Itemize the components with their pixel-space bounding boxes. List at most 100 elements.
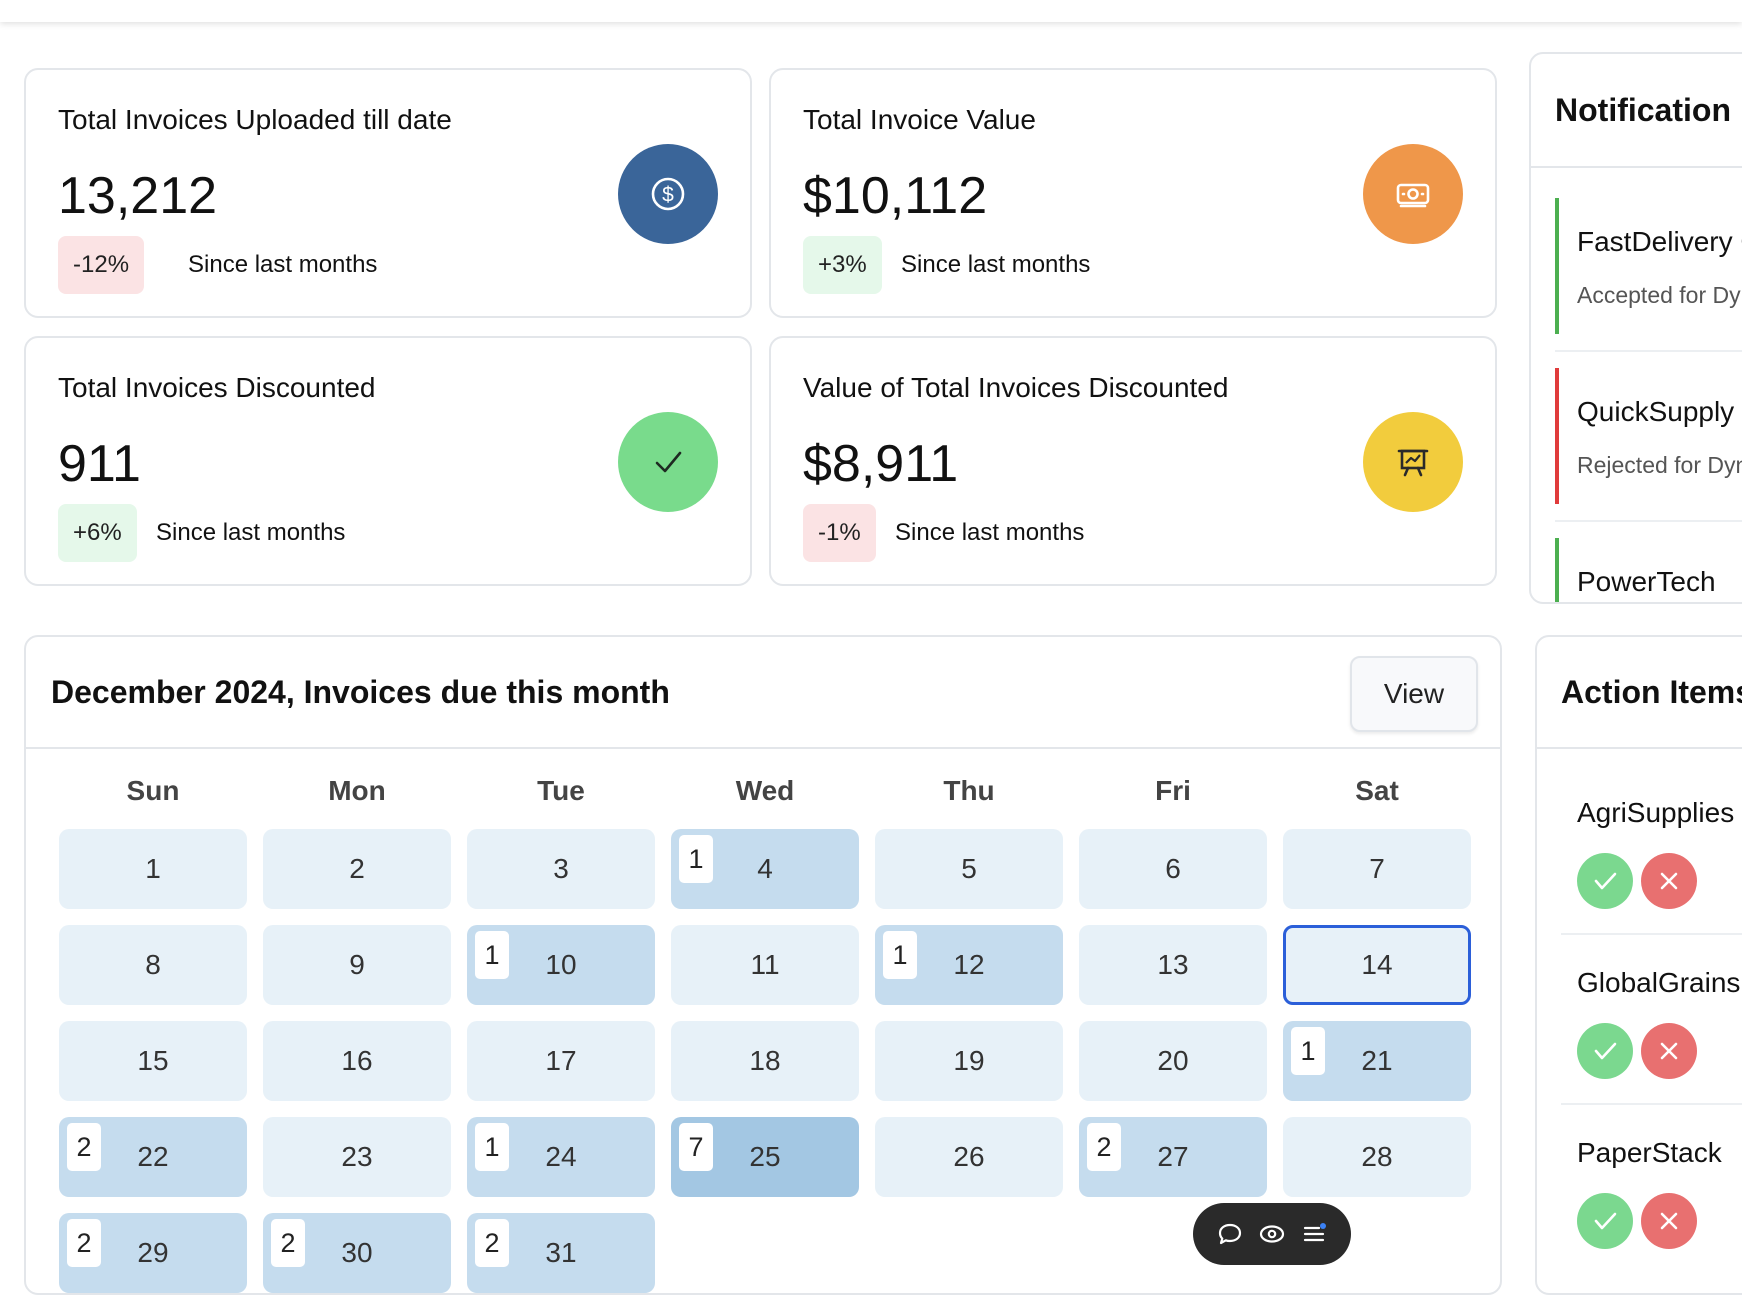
calendar-day[interactable]: 20 xyxy=(1079,1021,1267,1101)
day-number: 18 xyxy=(749,1045,781,1076)
divider xyxy=(1561,1103,1742,1105)
day-number: 3 xyxy=(553,853,569,884)
day-number: 19 xyxy=(953,1045,985,1076)
notification-item-subtitle: Rejected for Dyn xyxy=(1577,452,1742,478)
invoice-count-badge: 2 xyxy=(1087,1123,1121,1171)
weekday-header: Fri xyxy=(1155,775,1191,806)
invoice-count-badge: 2 xyxy=(67,1219,101,1267)
calendar-day[interactable]: 21 1 xyxy=(1283,1021,1471,1101)
notification-item-title: FastDelivery C xyxy=(1577,226,1742,257)
weekday-header: Sun xyxy=(126,775,180,806)
calendar-day[interactable]: 3 xyxy=(467,829,655,909)
calendar-day[interactable]: 16 xyxy=(263,1021,451,1101)
invoice-count-badge: 1 xyxy=(679,835,713,883)
change-badge: -1% xyxy=(803,504,876,562)
weekday-header: Mon xyxy=(328,775,386,806)
calendar-day[interactable]: 8 xyxy=(59,925,247,1005)
day-number: 1 xyxy=(145,853,161,884)
eye-icon[interactable] xyxy=(1257,1219,1287,1249)
stat-value: 911 xyxy=(58,435,141,493)
stat-card-invoices-uploaded: Total Invoices Uploaded till date 13,212… xyxy=(24,68,752,318)
day-number: 16 xyxy=(341,1045,373,1076)
calendar-day[interactable]: 24 1 xyxy=(467,1117,655,1197)
reject-button[interactable] xyxy=(1641,1023,1697,1079)
calendar-day[interactable]: 31 2 xyxy=(467,1213,655,1293)
weekday-header: Wed xyxy=(735,775,795,806)
calendar-day[interactable]: 17 xyxy=(467,1021,655,1101)
day-number: 23 xyxy=(341,1141,373,1172)
approve-button[interactable] xyxy=(1577,1023,1633,1079)
day-number: 6 xyxy=(1165,853,1181,884)
calendar-day[interactable]: 2 xyxy=(263,829,451,909)
menu-list-icon[interactable] xyxy=(1299,1219,1329,1249)
day-number: 15 xyxy=(137,1045,169,1076)
calendar-day[interactable]: 29 2 xyxy=(59,1213,247,1293)
svg-text:$: $ xyxy=(662,184,674,207)
invoice-count-badge: 1 xyxy=(1291,1027,1325,1075)
since-label: Since last months xyxy=(895,519,1085,546)
stat-card-invoices-discounted: Total Invoices Discounted 911 +6% Since … xyxy=(24,336,752,586)
weekday-header: Sat xyxy=(1355,775,1399,806)
calendar-day[interactable]: 25 7 xyxy=(671,1117,859,1197)
notification-item[interactable]: FastDelivery C Accepted for Dy xyxy=(1555,198,1742,334)
calendar-day[interactable]: 15 xyxy=(59,1021,247,1101)
calendar-title: December 2024, Invoices due this month xyxy=(51,674,670,710)
calendar-day[interactable]: 19 xyxy=(875,1021,1063,1101)
day-number: 7 xyxy=(1369,853,1385,884)
action-item-name: PaperStack xyxy=(1577,1137,1722,1168)
floating-toolbar xyxy=(1193,1203,1351,1265)
day-number: 13 xyxy=(1157,949,1189,980)
invoice-count-badge: 2 xyxy=(67,1123,101,1171)
calendar-day[interactable]: 14 xyxy=(1283,925,1471,1005)
change-badge: +3% xyxy=(803,236,882,294)
day-number: 2 xyxy=(349,853,365,884)
stat-value: 13,212 xyxy=(58,167,218,225)
calendar-day[interactable]: 26 xyxy=(875,1117,1063,1197)
calendar-day[interactable]: 10 1 xyxy=(467,925,655,1005)
dollar-coin-icon: $ xyxy=(618,144,718,244)
since-label: Since last months xyxy=(901,251,1091,278)
reject-button[interactable] xyxy=(1641,853,1697,909)
calendar-day[interactable]: 41 xyxy=(671,829,859,909)
divider xyxy=(1531,166,1742,168)
day-number: 5 xyxy=(961,853,977,884)
presentation-chart-icon xyxy=(1363,412,1463,512)
divider xyxy=(1555,350,1742,352)
notification-item[interactable]: PowerTech xyxy=(1555,538,1742,602)
stat-title: Total Invoices Uploaded till date xyxy=(58,104,452,135)
calendar-day[interactable]: 6 xyxy=(1079,829,1267,909)
calendar-day[interactable]: 30 2 xyxy=(263,1213,451,1293)
calendar-day[interactable]: 9 xyxy=(263,925,451,1005)
day-number: 17 xyxy=(545,1045,577,1076)
chat-bubble-icon[interactable] xyxy=(1215,1219,1245,1249)
approve-button[interactable] xyxy=(1577,1193,1633,1249)
calendar-day[interactable]: 22 2 xyxy=(59,1117,247,1197)
approve-button[interactable] xyxy=(1577,853,1633,909)
stat-title: Total Invoices Discounted xyxy=(58,372,376,403)
stat-card-value-discounted: Value of Total Invoices Discounted $8,91… xyxy=(769,336,1497,586)
day-number: 26 xyxy=(953,1141,985,1172)
calendar-day[interactable]: 18 xyxy=(671,1021,859,1101)
calendar-day[interactable]: 11 xyxy=(671,925,859,1005)
divider xyxy=(1561,933,1742,935)
calendar-day[interactable]: 5 xyxy=(875,829,1063,909)
action-items-panel: Action Items AgriSupplies GlobalGrains P… xyxy=(1535,635,1742,1295)
notification-item-title: QuickSupply xyxy=(1577,396,1735,427)
calendar-day[interactable]: 13 xyxy=(1079,925,1267,1005)
action-item-name: AgriSupplies xyxy=(1577,797,1735,828)
calendar-day[interactable]: 23 xyxy=(263,1117,451,1197)
action-item: GlobalGrains xyxy=(1577,953,1742,1123)
reject-button[interactable] xyxy=(1641,1193,1697,1249)
calendar-day[interactable]: 28 xyxy=(1283,1117,1471,1197)
notification-item[interactable]: QuickSupply Rejected for Dyn xyxy=(1555,368,1742,504)
calendar-day[interactable]: 7 xyxy=(1283,829,1471,909)
weekday-header: Tue xyxy=(537,775,585,806)
calendar-day[interactable]: 1 xyxy=(59,829,247,909)
calendar-day[interactable]: 27 2 xyxy=(1079,1117,1267,1197)
view-button[interactable]: View xyxy=(1350,656,1478,732)
day-number: 28 xyxy=(1361,1141,1393,1172)
action-items-title: Action Items xyxy=(1561,674,1742,710)
stat-card-invoice-value: Total Invoice Value $10,112 +3% Since la… xyxy=(769,68,1497,318)
notification-item-title: PowerTech xyxy=(1577,566,1716,597)
calendar-day[interactable]: 12 1 xyxy=(875,925,1063,1005)
